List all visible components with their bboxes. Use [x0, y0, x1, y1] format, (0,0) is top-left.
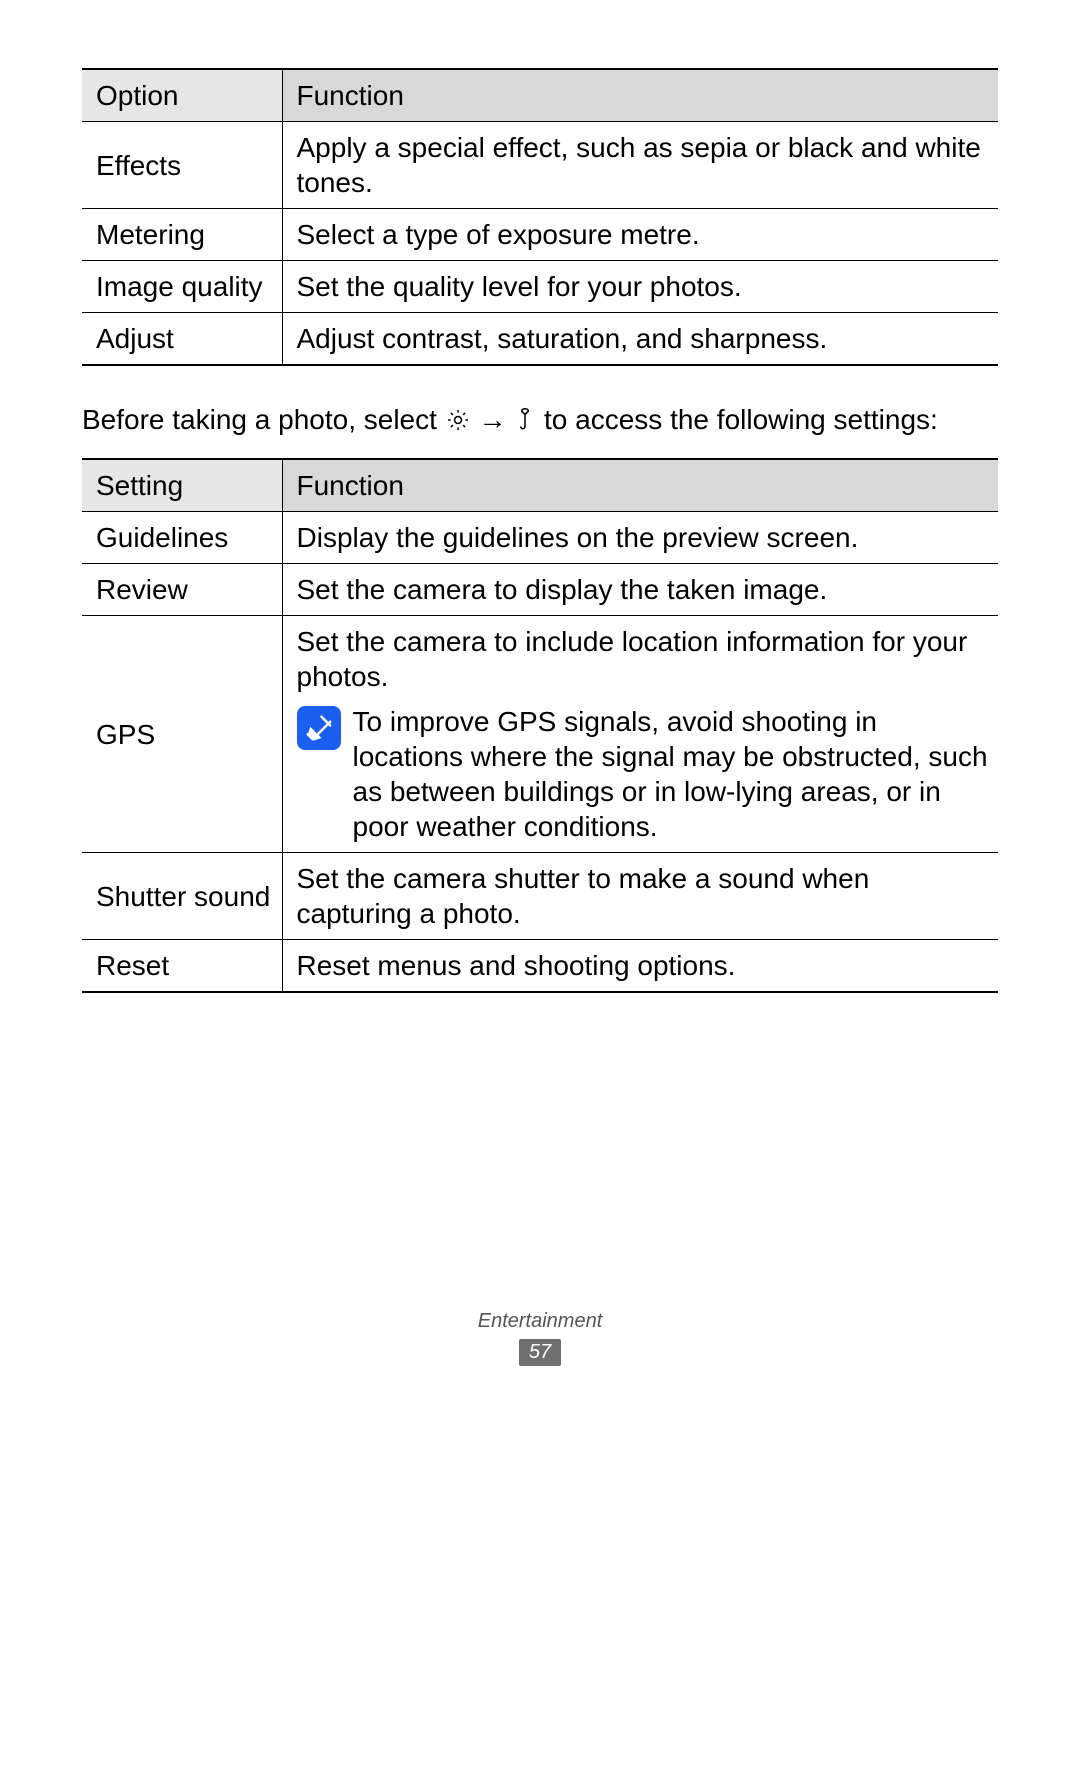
- options-table: Option Function Effects Apply a special …: [82, 68, 998, 366]
- text: Before taking a photo, select: [82, 404, 445, 435]
- setting-cell: Shutter sound: [82, 853, 282, 940]
- header-function: Function: [282, 459, 998, 512]
- note-icon: [297, 706, 341, 750]
- function-cell: Set the camera shutter to make a sound w…: [282, 853, 998, 940]
- gear-icon: [445, 407, 471, 433]
- function-cell: Reset menus and shooting options.: [282, 940, 998, 993]
- setting-cell: GPS: [82, 616, 282, 853]
- function-cell: Apply a special effect, such as sepia or…: [282, 122, 998, 209]
- table-row: Adjust Adjust contrast, saturation, and …: [82, 313, 998, 366]
- option-cell: Image quality: [82, 261, 282, 313]
- instruction-paragraph: Before taking a photo, select → to acces…: [82, 402, 998, 438]
- header-option: Option: [82, 69, 282, 122]
- page-number: 57: [519, 1339, 561, 1366]
- table-row: Shutter sound Set the camera shutter to …: [82, 853, 998, 940]
- function-cell: Set the camera to include location infor…: [282, 616, 998, 853]
- wrench-icon: [514, 407, 536, 433]
- section-name: Entertainment: [0, 1310, 1080, 1333]
- arrow-text: →: [471, 404, 515, 435]
- table-row: GPS Set the camera to include location i…: [82, 616, 998, 853]
- table-row: Guidelines Display the guidelines on the…: [82, 512, 998, 564]
- table-header-row: Setting Function: [82, 459, 998, 512]
- table-row: Review Set the camera to display the tak…: [82, 564, 998, 616]
- text: to access the following settings:: [536, 404, 938, 435]
- header-setting: Setting: [82, 459, 282, 512]
- table-row: Reset Reset menus and shooting options.: [82, 940, 998, 993]
- option-cell: Effects: [82, 122, 282, 209]
- function-cell: Display the guidelines on the preview sc…: [282, 512, 998, 564]
- table-header-row: Option Function: [82, 69, 998, 122]
- table-row: Metering Select a type of exposure metre…: [82, 209, 998, 261]
- settings-table: Setting Function Guidelines Display the …: [82, 458, 998, 993]
- setting-cell: Reset: [82, 940, 282, 993]
- option-cell: Adjust: [82, 313, 282, 366]
- function-cell: Select a type of exposure metre.: [282, 209, 998, 261]
- function-cell: Adjust contrast, saturation, and sharpne…: [282, 313, 998, 366]
- function-cell: Set the camera to display the taken imag…: [282, 564, 998, 616]
- setting-cell: Guidelines: [82, 512, 282, 564]
- setting-cell: Review: [82, 564, 282, 616]
- table-row: Image quality Set the quality level for …: [82, 261, 998, 313]
- gps-note-text: To improve GPS signals, avoid shooting i…: [353, 704, 989, 844]
- header-function: Function: [282, 69, 998, 122]
- page-footer: Entertainment 57: [0, 1310, 1080, 1366]
- table-row: Effects Apply a special effect, such as …: [82, 122, 998, 209]
- option-cell: Metering: [82, 209, 282, 261]
- gps-note: To improve GPS signals, avoid shooting i…: [297, 704, 989, 844]
- gps-description: Set the camera to include location infor…: [297, 624, 989, 694]
- function-cell: Set the quality level for your photos.: [282, 261, 998, 313]
- manual-page: Option Function Effects Apply a special …: [0, 0, 1080, 1771]
